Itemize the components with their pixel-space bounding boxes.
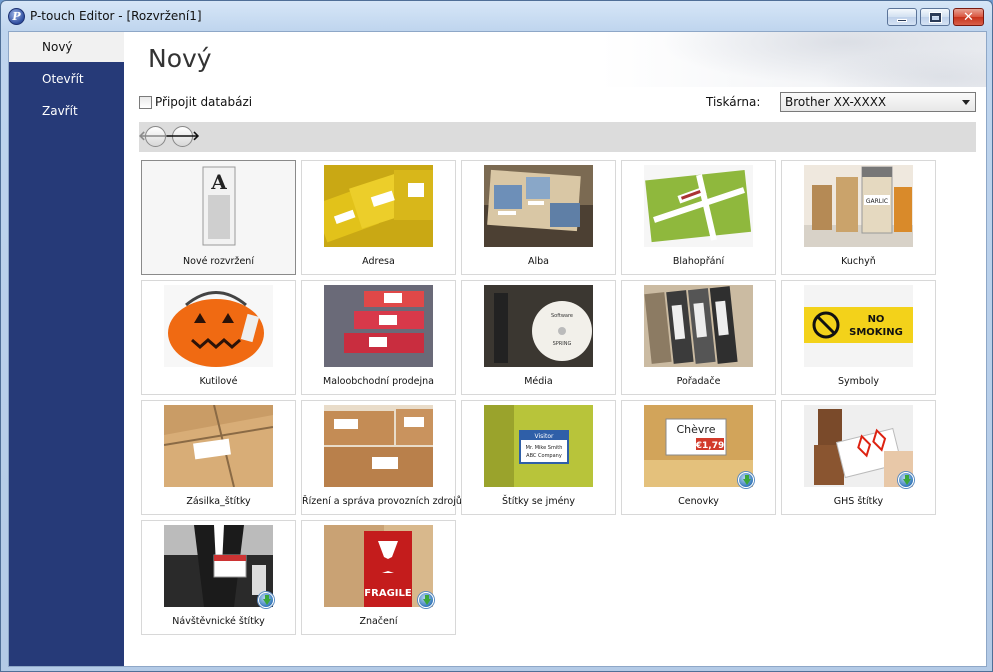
title-bar[interactable]: P P-touch Editor - [Rozvržení1] ✕	[1, 1, 992, 31]
sidebar-item-label: Otevřít	[42, 72, 84, 86]
connect-database-option[interactable]: Připojit databázi	[139, 95, 252, 109]
template-thumbnail	[164, 405, 273, 487]
template-label: Kuchyň	[841, 256, 876, 267]
svg-text:€1,79: €1,79	[695, 441, 724, 451]
template-thumbnail	[644, 165, 753, 247]
template-thumbnail: FRAGILE	[324, 525, 433, 607]
template-tile-symbols[interactable]: NO SMOKING Symboly	[781, 280, 936, 395]
template-nav-bar: 🡐 🡒	[138, 122, 976, 152]
template-tile-price-tags[interactable]: Chèvre €1,79 Cenovky	[621, 400, 776, 515]
template-tile-visitor[interactable]: Návštěvnické štítky	[141, 520, 296, 635]
arrow-right-icon: 🡒	[165, 129, 200, 144]
close-button[interactable]: ✕	[953, 8, 984, 26]
minimize-button[interactable]	[887, 8, 917, 26]
template-thumbnail	[324, 165, 433, 247]
template-thumbnail: Software SPRING	[484, 285, 593, 367]
template-label: Štítky se jmény	[501, 496, 576, 507]
template-tile-greeting[interactable]: Blahopřání	[621, 160, 776, 275]
template-thumbnail: Visitor Mr. Mike Smith ABC Company	[484, 405, 593, 487]
template-thumbnail	[484, 165, 593, 247]
template-tile-signage[interactable]: FRAGILE Značení	[301, 520, 456, 635]
template-label: Zásilka_štítky	[186, 496, 251, 507]
template-thumbnail: NO SMOKING	[804, 285, 913, 367]
download-icon	[898, 472, 914, 488]
template-label: Média	[524, 376, 553, 387]
template-thumbnail: A	[164, 165, 273, 247]
template-tile-albums[interactable]: Alba	[461, 160, 616, 275]
template-label: Maloobchodní prodejna	[323, 376, 434, 387]
printer-select[interactable]: Brother XX-XXXX	[780, 92, 976, 112]
template-label: Alba	[528, 256, 549, 267]
back-button[interactable]: 🡐	[138, 126, 173, 147]
svg-text:Software: Software	[551, 313, 573, 319]
template-label: Symboly	[837, 376, 879, 387]
printer-label: Tiskárna:	[706, 95, 761, 109]
template-label: Značení	[359, 616, 398, 627]
template-thumbnail	[644, 285, 753, 367]
template-tile-media[interactable]: Software SPRING Média	[461, 280, 616, 395]
header-background	[124, 32, 986, 87]
svg-text:Mr. Mike Smith: Mr. Mike Smith	[526, 445, 563, 451]
template-label: Návštěvnické štítky	[172, 616, 265, 627]
template-thumbnail: Chèvre €1,79	[644, 405, 753, 487]
template-tile-retail[interactable]: Maloobchodní prodejna	[301, 280, 456, 395]
template-thumbnail	[164, 525, 273, 607]
sidebar: Nový Otevřít Zavřít	[9, 32, 124, 666]
download-icon	[258, 592, 274, 608]
template-tile-address[interactable]: Adresa	[301, 160, 456, 275]
template-label: Kutilové	[199, 376, 238, 387]
template-tile-asset[interactable]: Řízení a správa provozních zdrojů	[301, 400, 462, 515]
client-area: Nový Otevřít Zavřít Nový Připojit databá…	[8, 31, 987, 667]
template-thumbnail: GARLIC	[804, 165, 913, 247]
svg-text:SMOKING: SMOKING	[849, 327, 903, 338]
maximize-icon	[928, 11, 942, 23]
sidebar-item-open[interactable]: Otevřít	[9, 64, 124, 94]
template-label: Pořadače	[676, 376, 721, 387]
svg-text:Chèvre: Chèvre	[677, 423, 716, 436]
download-icon	[418, 592, 434, 608]
template-tile-binders[interactable]: Pořadače	[621, 280, 776, 395]
sidebar-item-label: Nový	[42, 40, 73, 54]
template-label: Nové rozvržení	[183, 256, 254, 267]
template-tile-kitchen[interactable]: GARLIC Kuchyň	[781, 160, 936, 275]
template-thumbnail	[324, 285, 433, 367]
window-title: P-touch Editor - [Rozvržení1]	[30, 9, 202, 23]
svg-text:FRAGILE: FRAGILE	[364, 588, 412, 599]
template-tile-shipping[interactable]: Zásilka_štítky	[141, 400, 296, 515]
template-label: Řízení a správa provozních zdrojů	[302, 496, 462, 507]
svg-text:ABC Company: ABC Company	[526, 453, 562, 459]
svg-text:SPRING: SPRING	[553, 341, 572, 347]
chevron-down-icon	[962, 100, 970, 105]
template-thumbnail	[324, 405, 433, 487]
close-icon: ✕	[963, 9, 974, 25]
template-tile-name-tags[interactable]: Visitor Mr. Mike Smith ABC Company Štítky s…	[461, 400, 616, 515]
sidebar-item-label: Zavřít	[42, 104, 78, 118]
connect-database-checkbox[interactable]	[139, 95, 152, 109]
template-label: GHS štítky	[833, 496, 884, 507]
template-tile-diy[interactable]: Kutilové	[141, 280, 296, 395]
template-label: Adresa	[362, 256, 395, 267]
sidebar-item-new[interactable]: Nový	[9, 32, 124, 62]
template-tile-new-layout[interactable]: A Nové rozvržení	[141, 160, 296, 275]
thumb-letter: A	[210, 170, 227, 194]
maximize-button[interactable]	[920, 8, 950, 26]
p-touch-app-icon: P	[8, 8, 25, 25]
printer-select-value: Brother XX-XXXX	[785, 95, 887, 109]
sidebar-item-close[interactable]: Zavřít	[9, 96, 124, 126]
page-title: Nový	[148, 44, 212, 73]
template-label: Cenovky	[678, 496, 719, 507]
template-thumbnail	[164, 285, 273, 367]
svg-text:GARLIC: GARLIC	[866, 198, 888, 205]
template-thumbnail	[804, 405, 913, 487]
template-tile-ghs[interactable]: GHS štítky	[781, 400, 936, 515]
download-icon	[738, 472, 754, 488]
minimize-icon	[897, 19, 907, 22]
template-label: Blahopřání	[672, 256, 725, 267]
svg-text:NO: NO	[868, 314, 885, 325]
main-panel: Nový Připojit databázi Tiskárna: Brother…	[124, 32, 986, 666]
connect-database-label: Připojit databázi	[155, 95, 253, 109]
svg-text:Visitor: Visitor	[535, 433, 554, 440]
app-window: P P-touch Editor - [Rozvržení1] ✕ Nový O…	[0, 0, 993, 672]
forward-button[interactable]: 🡒	[165, 126, 200, 147]
